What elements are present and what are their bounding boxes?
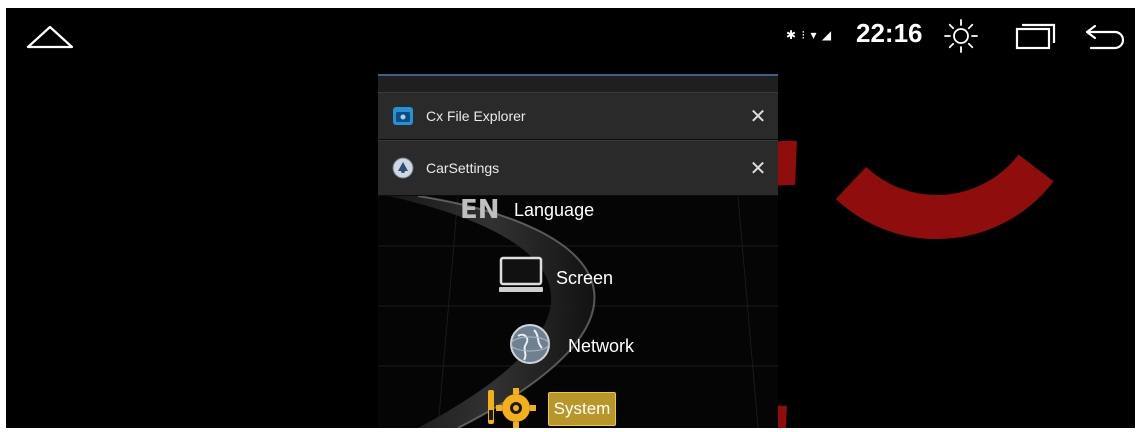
home-icon [26,25,74,49]
signal-status-icons: ✱ ⁝ ▾ ◢ [786,28,833,42]
task-card-cx-file-explorer[interactable]: Cx File Explorer ✕ [378,92,778,139]
status-bar: ✱ ⁝ ▾ ◢ 22:16 [6,8,1135,64]
home-button[interactable] [24,20,76,52]
brightness-button[interactable] [943,18,979,54]
carsettings-preview[interactable]: EN Language Screen Network System [378,196,778,428]
task-title: CarSettings [426,160,500,176]
language-en-icon: EN [460,196,500,225]
menu-item-system[interactable]: System [548,392,616,426]
device-screen: ✱ ⁝ ▾ ◢ 22:16 Cx File Explorer ✕ CarSett… [6,8,1135,428]
monitor-icon [499,256,543,292]
carsettings-icon [392,157,414,179]
close-task-button[interactable]: ✕ [740,98,776,134]
back-arrow-icon [1085,24,1125,50]
menu-label-system: System [553,399,611,418]
close-task-button[interactable]: ✕ [740,150,776,186]
task-card-carsettings[interactable]: CarSettings ✕ [378,140,778,195]
gear-tools-icon [488,388,536,428]
clock: 22:16 [856,18,923,48]
folder-icon [392,105,414,127]
task-title: Cx File Explorer [426,108,526,124]
recent-apps-panel: Cx File Explorer ✕ CarSettings ✕ EN Lang… [378,74,778,428]
menu-label-language: Language [514,200,595,220]
menu-label-screen: Screen [556,268,614,288]
recent-apps-button[interactable] [1011,22,1059,50]
recent-apps-icon [1015,23,1056,50]
sun-icon [944,19,978,53]
menu-label-network: Network [568,336,635,356]
panel-header-strip [378,76,778,92]
svg-text:EN: EN [460,196,500,225]
back-button[interactable] [1081,20,1129,52]
globe-icon [510,324,550,364]
